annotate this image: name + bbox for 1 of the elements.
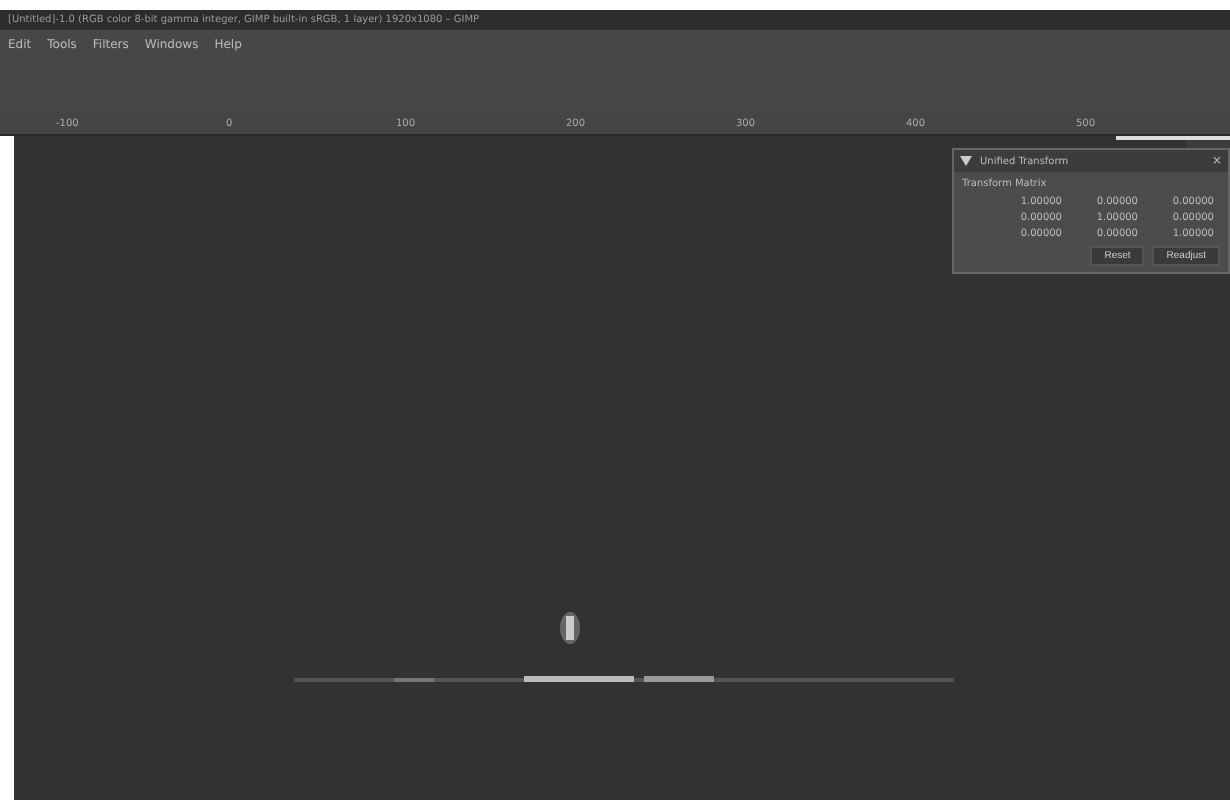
triangle-icon xyxy=(960,156,972,166)
